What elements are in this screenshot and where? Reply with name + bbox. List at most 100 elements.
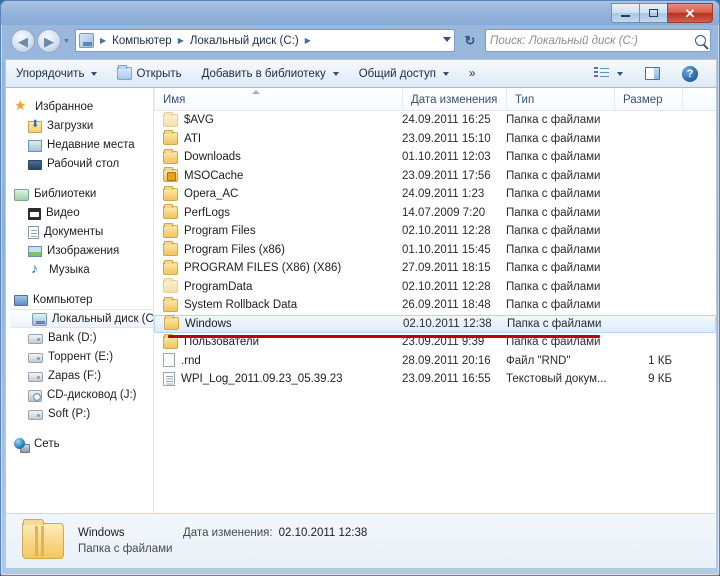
search-input[interactable]: Поиск: Локальный диск (C:) bbox=[490, 35, 695, 47]
details-pane: Windows Дата изменения: 02.10.2011 12:38… bbox=[5, 513, 717, 569]
cell-name: ATI bbox=[154, 130, 402, 146]
folder-icon bbox=[163, 148, 178, 164]
nav-group-библиотеки[interactable]: Библиотеки bbox=[6, 184, 154, 203]
organize-button[interactable]: Упорядочить bbox=[6, 60, 107, 87]
change-view-button[interactable] bbox=[584, 60, 633, 87]
minimize-icon bbox=[621, 14, 630, 17]
overflow-button[interactable]: » bbox=[459, 60, 485, 87]
preview-pane-button[interactable] bbox=[635, 60, 670, 87]
table-row[interactable]: ProgramData 02.10.2011 12:28 Папка с файла… bbox=[154, 278, 716, 297]
nav-item-рабочий-стол[interactable]: Рабочий стол bbox=[6, 154, 154, 173]
table-row[interactable]: System Rollback Data 26.09.2011 18:48 Папк… bbox=[154, 296, 716, 315]
file-icon bbox=[163, 353, 175, 368]
cell-size: 1 КБ bbox=[648, 354, 672, 367]
nav-group-избранное[interactable]: Избранное bbox=[6, 97, 154, 116]
help-button[interactable]: ? bbox=[672, 60, 708, 87]
nav-item-zapas-f-[interactable]: Zapas (F:) bbox=[6, 366, 154, 385]
cell-type: Папка с файлами bbox=[506, 225, 601, 238]
nav-item-label: Изображения bbox=[47, 244, 120, 257]
table-row[interactable]: ATI 23.09.2011 15:10 Папка с файлами bbox=[154, 130, 716, 149]
nav-item-локальный-диск-c[interactable]: Локальный диск (C bbox=[10, 309, 154, 328]
table-row[interactable]: Opera_AC 24.09.2011 1:23 Папка с файлами bbox=[154, 185, 716, 204]
cell-date: 02.10.2011 12:28 bbox=[402, 225, 491, 238]
nav-item-недавние-места[interactable]: Недавние места bbox=[6, 135, 154, 154]
table-row[interactable]: Program Files 02.10.2011 12:28 Папка с фай… bbox=[154, 222, 716, 241]
cell-name: $AVG bbox=[154, 111, 402, 127]
folder-dim-icon bbox=[163, 278, 178, 294]
share-button[interactable]: Общий доступ bbox=[349, 60, 459, 87]
nav-item-музыка[interactable]: Музыка bbox=[6, 260, 154, 279]
table-row[interactable]: Windows 02.10.2011 12:38 Папка с файлами bbox=[154, 314, 716, 333]
command-bar: Упорядочить Открыть Добавить в библиотек… bbox=[5, 59, 717, 88]
table-row[interactable]: $AVG 24.09.2011 16:25 Папка с файлами bbox=[154, 111, 716, 130]
breadcrumb-computer[interactable]: Компьютер bbox=[110, 33, 174, 49]
nav-item-торрент-e-[interactable]: Торрент (E:) bbox=[6, 347, 154, 366]
column-header-type[interactable]: Тип bbox=[506, 88, 614, 110]
cell-date: 23.09.2011 17:56 bbox=[402, 169, 491, 182]
history-dropdown-button[interactable]: ▼ bbox=[63, 38, 70, 45]
nav-item-label: Видео bbox=[46, 206, 80, 219]
column-header-date[interactable]: Дата изменения bbox=[402, 88, 506, 110]
nav-item-bank-d-[interactable]: Bank (D:) bbox=[6, 328, 154, 347]
nav-group-label: Избранное bbox=[35, 100, 94, 113]
nav-item-label: Музыка bbox=[49, 263, 90, 276]
breadcrumb-local-disk[interactable]: Локальный диск (C:) bbox=[188, 33, 301, 49]
table-row[interactable]: .rnd 28.09.2011 20:16 Файл "RND" 1 КБ bbox=[154, 352, 716, 371]
column-header-size[interactable]: Размер bbox=[614, 88, 682, 110]
file-name: Program Files (x86) bbox=[184, 243, 285, 256]
add-to-library-button[interactable]: Добавить в библиотеку bbox=[192, 60, 349, 87]
breadcrumb-separator-icon: ▶ bbox=[100, 36, 107, 45]
cell-name: .rnd bbox=[154, 353, 402, 368]
file-list-pane[interactable]: Имя Дата изменения Тип Размер $AVG 24.09.201… bbox=[154, 88, 716, 513]
maximize-button[interactable] bbox=[639, 3, 668, 23]
refresh-button[interactable]: ↻ bbox=[459, 29, 481, 52]
back-button[interactable]: ◀ bbox=[11, 29, 35, 53]
table-row[interactable]: WPI_Log_2011.09.23_05.39.23 23.09.2011 16… bbox=[154, 370, 716, 389]
cell-type: Папка с файлами bbox=[506, 299, 601, 312]
nav-item-label: Bank (D:) bbox=[48, 331, 97, 344]
column-header-filler bbox=[682, 88, 716, 110]
minimize-button[interactable] bbox=[611, 3, 640, 23]
table-row[interactable]: PerfLogs 14.07.2009 7:20 Папка с файлами bbox=[154, 204, 716, 223]
cell-type: Папка с файлами bbox=[506, 262, 601, 275]
nav-item-видео[interactable]: Видео bbox=[6, 203, 154, 222]
address-dropdown-icon[interactable] bbox=[443, 37, 451, 42]
close-button[interactable]: ✕ bbox=[667, 3, 713, 23]
help-icon: ? bbox=[682, 65, 698, 82]
cell-type: Папка с файлами bbox=[506, 243, 601, 256]
column-header-name[interactable]: Имя bbox=[154, 88, 402, 110]
large-folder-icon bbox=[22, 519, 64, 559]
cell-date: 28.09.2011 20:16 bbox=[402, 354, 491, 367]
cell-date: 24.09.2011 16:25 bbox=[402, 114, 491, 127]
cell-type: Папка с файлами bbox=[506, 188, 601, 201]
folder-icon bbox=[163, 296, 178, 312]
nav-item-загрузки[interactable]: Загрузки bbox=[6, 116, 154, 135]
table-row[interactable]: PROGRAM FILES (X86) (X86) 27.09.2011 18:1… bbox=[154, 259, 716, 278]
nav-item-изображения[interactable]: Изображения bbox=[6, 241, 154, 260]
open-label: Открыть bbox=[136, 67, 182, 80]
nav-group-сеть[interactable]: Сеть bbox=[6, 434, 154, 453]
cell-date: 02.10.2011 12:28 bbox=[402, 280, 491, 293]
table-row[interactable]: Downloads 01.10.2011 12:03 Папка с файлами bbox=[154, 148, 716, 167]
search-box[interactable]: Поиск: Локальный диск (C:) bbox=[485, 29, 711, 52]
drive-icon bbox=[28, 334, 43, 344]
cell-date: 02.10.2011 12:38 bbox=[403, 317, 492, 330]
nav-item-cd-дисковод-j-[interactable]: CD-дисковод (J:) bbox=[6, 385, 154, 404]
nav-group-компьютер[interactable]: Компьютер bbox=[6, 290, 154, 309]
address-bar[interactable]: ▶ Компьютер ▶ Локальный диск (C:) ▶ bbox=[75, 29, 455, 52]
nav-item-soft-p-[interactable]: Soft (P:) bbox=[6, 404, 154, 423]
nav-group-label: Сеть bbox=[34, 437, 60, 450]
nav-item-label: Рабочий стол bbox=[47, 157, 120, 170]
table-row[interactable]: Program Files (x86) 01.10.2011 15:45 Папка… bbox=[154, 241, 716, 260]
details-modified-label: Дата изменения: bbox=[183, 527, 273, 539]
table-row[interactable]: MSOCache 23.09.2011 17:56 Папка с файлами bbox=[154, 167, 716, 186]
open-button[interactable]: Открыть bbox=[107, 60, 191, 87]
desktop-icon bbox=[28, 160, 42, 170]
forward-button[interactable]: ▶ bbox=[37, 29, 61, 53]
navigation-pane[interactable]: Избранное Загрузки Недавние места Рабочий с… bbox=[6, 88, 154, 513]
nav-item-документы[interactable]: Документы bbox=[6, 222, 154, 241]
details-secondary-row: Папка с файлами bbox=[78, 543, 367, 555]
nav-item-label: Недавние места bbox=[47, 138, 135, 151]
cell-name: Program Files bbox=[154, 222, 402, 238]
nav-item-label: CD-дисковод (J:) bbox=[47, 388, 137, 401]
